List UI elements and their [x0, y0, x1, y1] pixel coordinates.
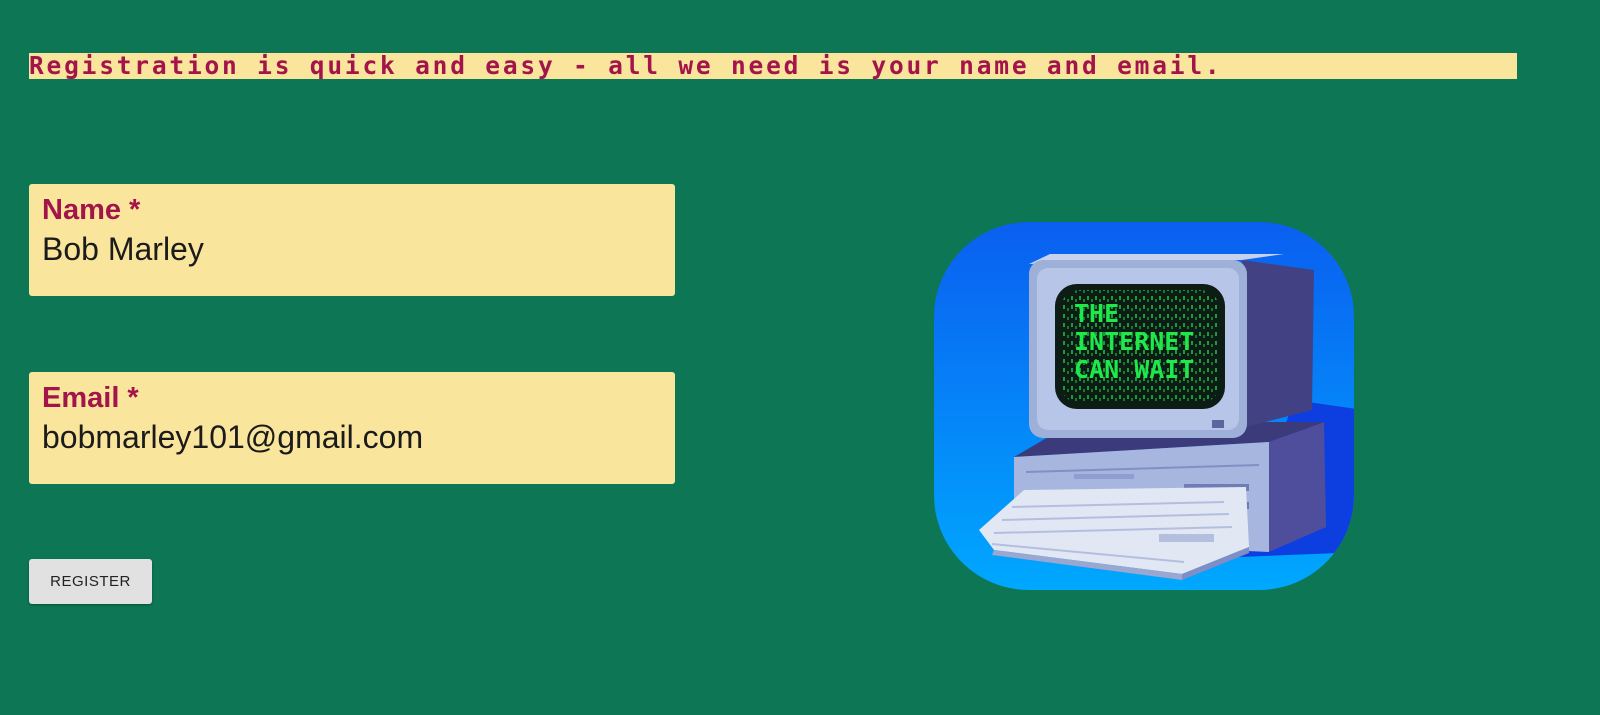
svg-text:CAN WAIT: CAN WAIT	[1074, 355, 1194, 384]
retro-computer-icon: THE INTERNET CAN WAIT	[934, 222, 1354, 590]
name-field[interactable]: Name *	[29, 184, 675, 296]
register-button[interactable]: REGISTER	[29, 559, 152, 604]
svg-text:INTERNET: INTERNET	[1074, 327, 1194, 356]
name-input[interactable]	[42, 228, 662, 270]
name-field-label: Name *	[42, 194, 141, 226]
email-input[interactable]	[42, 416, 662, 458]
svg-text:THE: THE	[1074, 299, 1119, 328]
email-field-label: Email *	[42, 382, 139, 414]
email-field[interactable]: Email *	[29, 372, 675, 484]
registration-intro-text: Registration is quick and easy - all we …	[29, 53, 1517, 79]
